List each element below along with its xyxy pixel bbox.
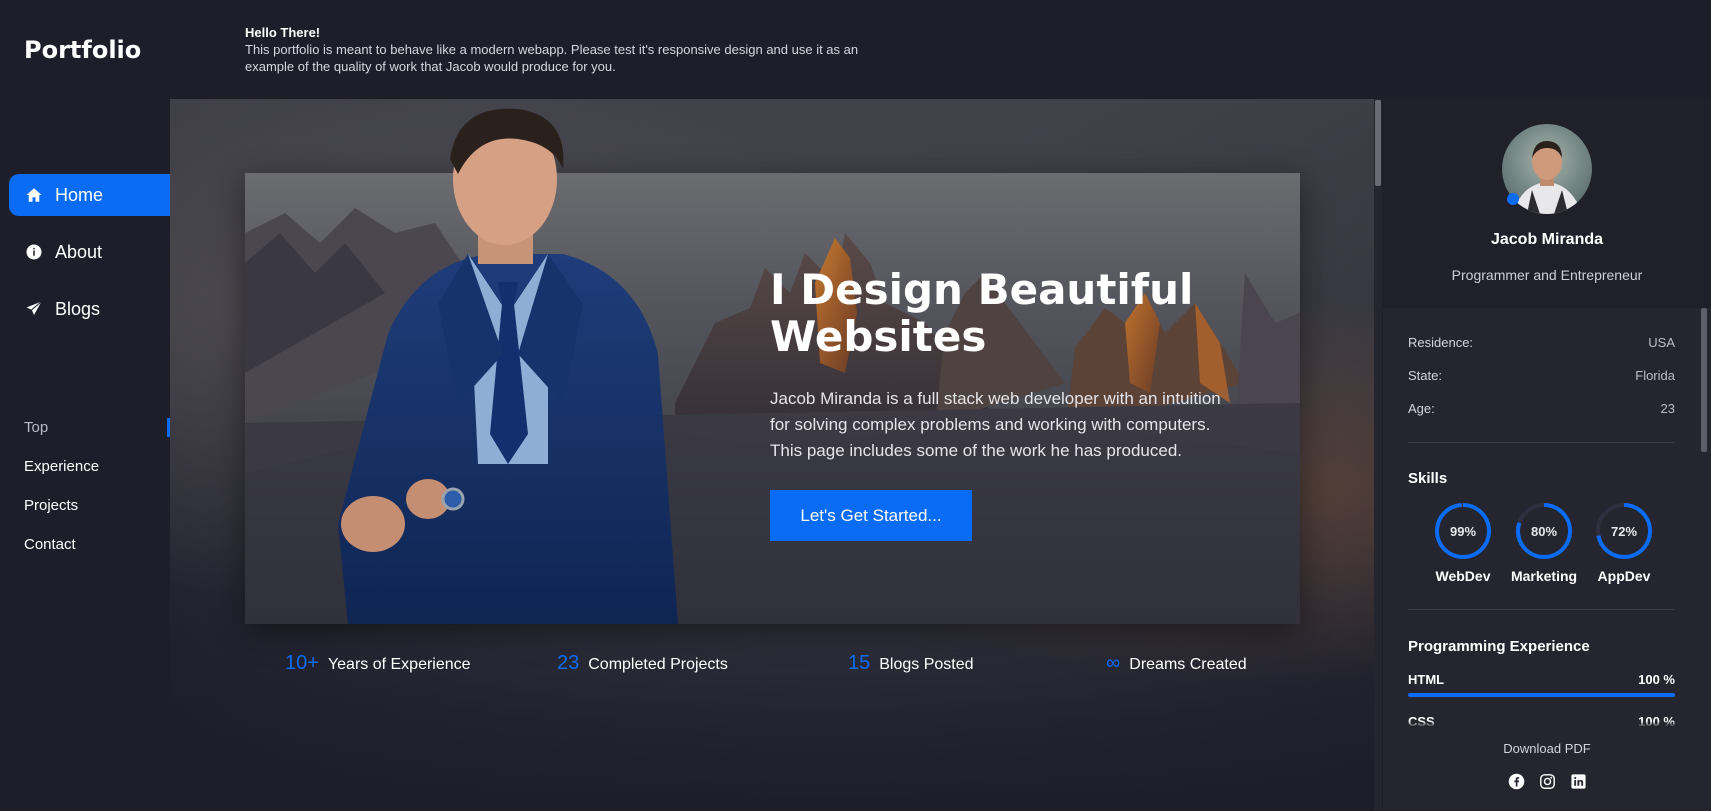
stat-projects: 23 Completed Projects [557, 652, 728, 675]
skill-percent: 80% [1530, 523, 1558, 539]
skill-appdev: 72% AppDev [1584, 502, 1664, 584]
panel-footer [1383, 727, 1711, 811]
hello-banner: Hello There! This portfolio is meant to … [245, 24, 865, 75]
nav-item-label: Home [55, 184, 104, 205]
info-key: Age: [1408, 401, 1435, 416]
social-links [1383, 773, 1711, 790]
info-key: Residence: [1408, 335, 1474, 350]
section-nav-contact[interactable]: Contact [24, 525, 170, 564]
home-icon [25, 186, 43, 204]
main-scrollbar[interactable] [1374, 99, 1382, 811]
main-scrollbar-thumb[interactable] [1375, 100, 1381, 186]
profile-role: Programmer and Entrepreneur [1451, 267, 1643, 283]
section-nav-projects[interactable]: Projects [24, 486, 170, 525]
send-icon [25, 300, 43, 318]
panel-scrollbar-thumb[interactable] [1701, 308, 1707, 452]
profile-photo-person [338, 108, 678, 624]
profile-panel: Jacob Miranda Programmer and Entrepreneu… [1383, 99, 1711, 811]
programming-title: Programming Experience [1408, 638, 1590, 655]
progress-bar [1408, 693, 1675, 697]
skill-ring: 99% [1434, 502, 1492, 560]
facebook-icon[interactable] [1508, 773, 1525, 790]
nav-item-label: Blogs [55, 298, 101, 319]
hello-text: This portfolio is meant to behave like a… [245, 42, 859, 74]
stats-row: 10+ Years of Experience 23 Completed Pro… [285, 652, 1265, 682]
online-status-dot [1507, 193, 1519, 205]
section-nav: Top Experience Projects Contact [24, 408, 170, 564]
download-pdf-link[interactable]: Download PDF [1383, 741, 1711, 756]
stat-value: 10+ [285, 652, 319, 674]
skills-list: 99% WebDev 80% Marketing 72% AppDev [1423, 502, 1673, 592]
info-key: State: [1408, 368, 1442, 383]
skill-ring: 80% [1515, 502, 1573, 560]
stat-label: Years of Experience [327, 656, 471, 673]
skill-marketing: 80% Marketing [1504, 502, 1584, 584]
stat-value: ∞ [1106, 652, 1121, 674]
hero-text: I Design Beautiful Websites Jacob Mirand… [770, 266, 1240, 541]
skill-name: WebDev [1435, 568, 1491, 584]
skills-title: Skills [1408, 470, 1448, 487]
hello-title: Hello There! [245, 25, 321, 40]
programming-name: HTML [1408, 672, 1445, 687]
stat-label: Blogs Posted [879, 656, 974, 673]
skill-percent: 72% [1610, 523, 1638, 539]
progress-fill [1408, 693, 1675, 697]
stat-label: Dreams Created [1129, 656, 1247, 673]
instagram-icon[interactable] [1539, 773, 1556, 790]
linkedin-icon[interactable] [1570, 773, 1587, 790]
main-nav: Home About Blogs [9, 174, 170, 345]
programming-html: HTML 100 % [1408, 672, 1675, 697]
skill-name: AppDev [1597, 568, 1651, 584]
nav-item-home[interactable]: Home [9, 174, 170, 216]
hero-title: I Design Beautiful Websites [770, 265, 1194, 361]
stat-dreams: ∞ Dreams Created [1106, 652, 1247, 675]
skill-percent: 99% [1449, 523, 1477, 539]
info-row-age: Age: 23 [1408, 401, 1675, 434]
info-value: 23 [1660, 401, 1675, 416]
skill-webdev: 99% WebDev [1423, 502, 1503, 584]
stat-years: 10+ Years of Experience [285, 652, 471, 675]
info-value: Florida [1635, 368, 1675, 383]
info-value: USA [1648, 335, 1675, 350]
stat-blogs: 15 Blogs Posted [848, 652, 974, 675]
stat-value: 15 [848, 652, 871, 674]
nav-item-label: About [55, 241, 103, 262]
nav-item-blogs[interactable]: Blogs [9, 288, 170, 330]
get-started-button[interactable]: Let's Get Started... [770, 490, 972, 541]
brand-logo[interactable]: Portfolio [24, 36, 141, 64]
info-row-state: State: Florida [1408, 368, 1675, 401]
info-icon [25, 243, 43, 261]
section-nav-experience[interactable]: Experience [24, 447, 170, 486]
divider [1408, 609, 1675, 610]
info-row-residence: Residence: USA [1408, 335, 1675, 368]
programming-percent: 100 % [1638, 672, 1675, 687]
skill-name: Marketing [1510, 568, 1578, 584]
divider [1408, 442, 1675, 443]
skill-ring: 72% [1595, 502, 1653, 560]
stat-value: 23 [557, 652, 580, 674]
nav-item-about[interactable]: About [9, 231, 170, 273]
profile-name: Jacob Miranda [1490, 231, 1604, 248]
stat-label: Completed Projects [588, 656, 728, 673]
hero-description: Jacob Miranda is a full stack web develo… [770, 389, 1221, 460]
section-nav-top[interactable]: Top [24, 408, 170, 447]
profile-info: Residence: USA State: Florida Age: 23 [1408, 335, 1675, 434]
